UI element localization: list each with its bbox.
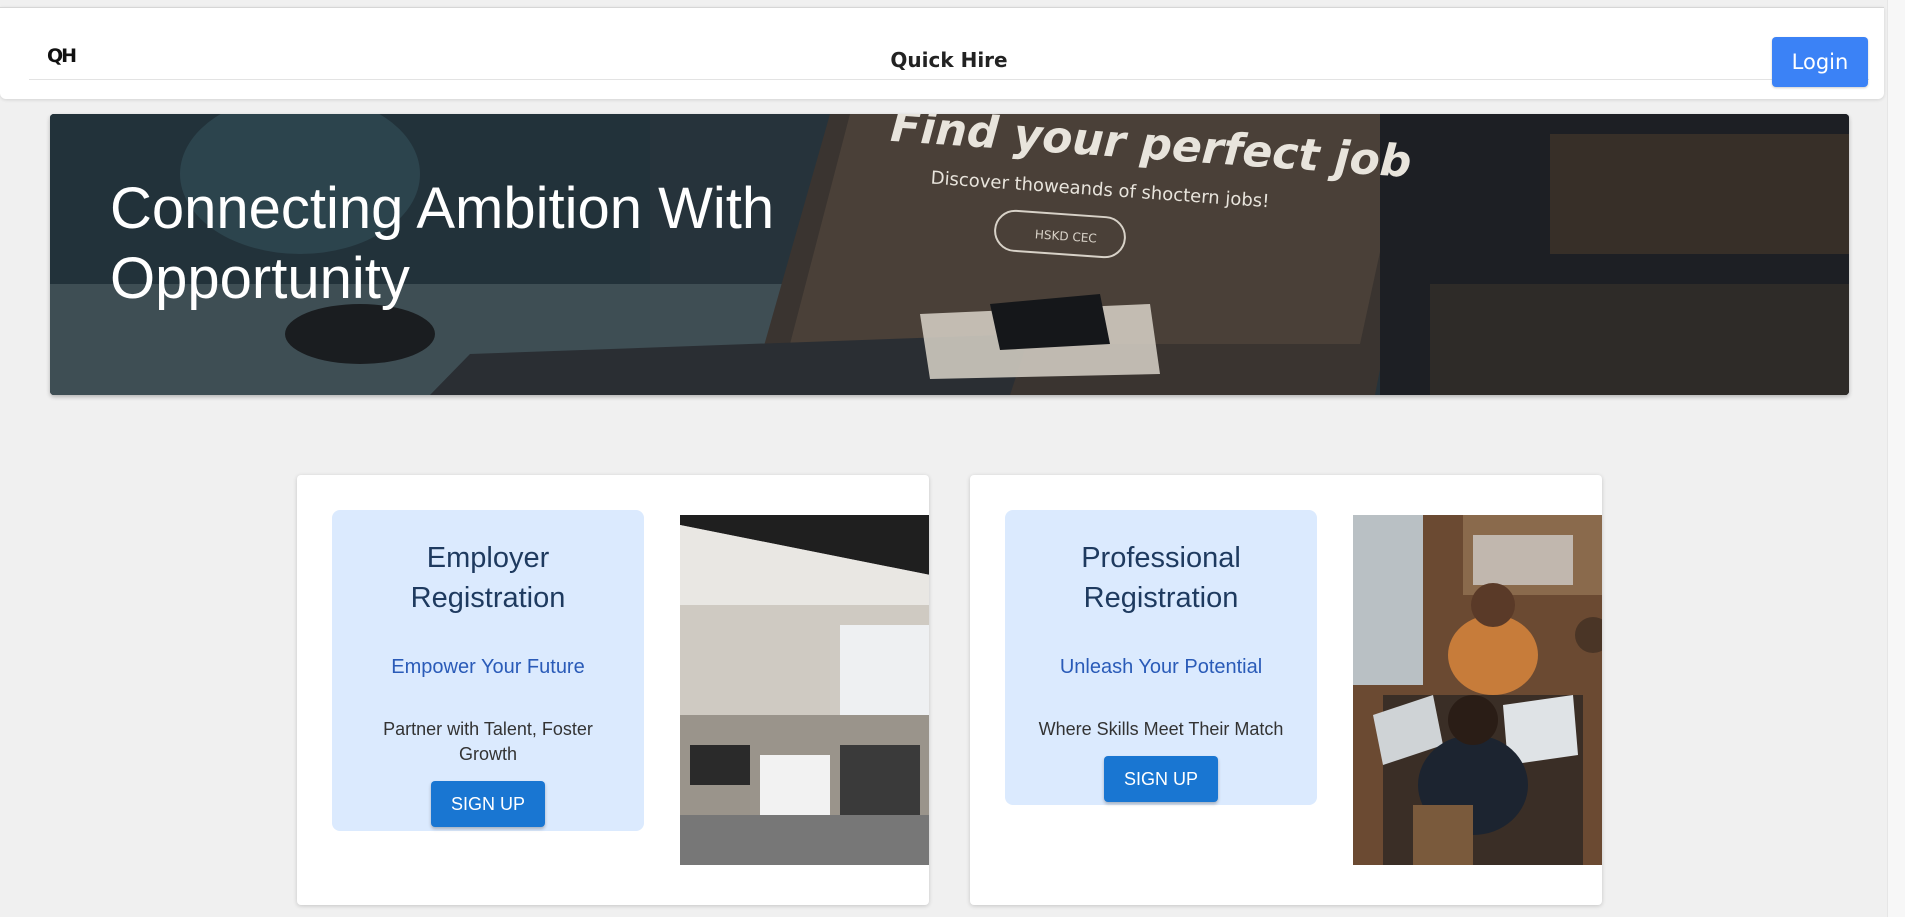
page-scrollbar[interactable]: [1887, 0, 1905, 917]
employer-signup-button[interactable]: SIGN UP: [430, 781, 545, 827]
professional-signup-button[interactable]: SIGN UP: [1103, 756, 1218, 802]
top-app-bar: QH Quick Hire Login: [0, 7, 1884, 99]
login-button[interactable]: Login: [1772, 37, 1868, 87]
professional-tagline: Unleash Your Potential: [1059, 656, 1263, 678]
app-title: Quick Hire: [890, 48, 1008, 72]
employer-title: Employer Registration: [410, 542, 566, 614]
employer-description: Partner with Talent, Foster Growth: [383, 719, 593, 764]
professional-description: Where Skills Meet Their Match: [1038, 719, 1284, 739]
hero-banner: Find your perfect job Discover thoweands…: [50, 114, 1849, 395]
professional-panel: Professional Registration Unleash Your P…: [1005, 510, 1317, 805]
professional-image: [1353, 515, 1602, 865]
hero-headline: Connecting Ambition With Opportunity: [110, 176, 775, 311]
professional-title: Professional Registration: [1081, 542, 1241, 614]
employer-panel: Employer Registration Empower Your Futur…: [332, 510, 644, 831]
employer-registration-card: Employer Registration Empower Your Futur…: [297, 475, 929, 905]
employer-tagline: Empower Your Future: [391, 656, 585, 678]
professional-registration-card: Professional Registration Unleash Your P…: [970, 475, 1602, 905]
toolbar: QH Quick Hire: [29, 8, 1869, 80]
employer-image: [680, 515, 929, 865]
